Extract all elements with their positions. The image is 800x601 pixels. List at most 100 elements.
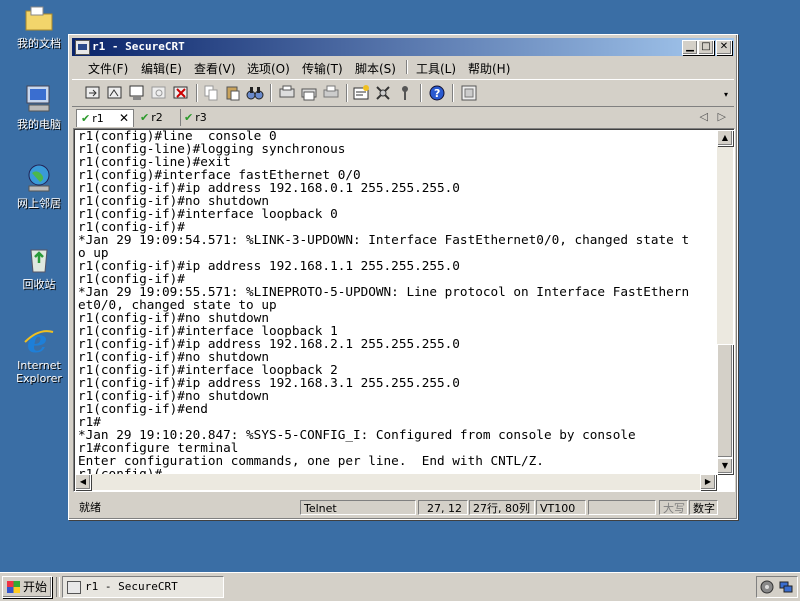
toolbar-divider: [196, 84, 198, 102]
global-options-icon[interactable]: [374, 84, 392, 102]
session-options-icon[interactable]: [352, 84, 370, 102]
title-bar[interactable]: r1 - SecureCRT ▁ □ ✕: [72, 38, 734, 56]
tab-r2[interactable]: ✔ r2: [140, 109, 174, 126]
session-tabs: ✔ r1 ✕ ✔ r2 ✔ r3 ◁ ▷: [72, 107, 734, 127]
desktop-icon-internet-explorer[interactable]: e Internet Explorer: [8, 322, 70, 385]
menu-tools[interactable]: 工具(L): [416, 60, 456, 77]
desktop-icon-my-computer[interactable]: 我的电脑: [8, 83, 70, 131]
tab-close-icon[interactable]: ✕: [119, 110, 129, 127]
taskbar-button-label: r1 - SecureCRT: [85, 580, 178, 593]
menu-view[interactable]: 查看(V): [194, 60, 236, 77]
terminal[interactable]: r1(config)#line console 0 r1(config-line)…: [73, 128, 735, 492]
desktop-icon-label: 回收站: [22, 278, 56, 291]
scroll-left-icon[interactable]: ◀: [75, 474, 91, 490]
toolbar-divider: [346, 84, 348, 102]
app-icon: [75, 40, 90, 55]
app-icon: [67, 581, 81, 594]
copy-icon[interactable]: [202, 84, 220, 102]
connected-check-icon: ✔: [140, 111, 150, 124]
taskbar: 开始 r1 - SecureCRT: [0, 572, 800, 601]
connect-in-tab-icon[interactable]: [128, 84, 146, 102]
start-button[interactable]: 开始: [2, 576, 52, 598]
menu-file[interactable]: 文件(F): [88, 60, 128, 77]
network-icon: [23, 162, 55, 194]
status-cursor: 27, 12: [418, 500, 468, 515]
terminal-output[interactable]: r1(config)#line console 0 r1(config-line)…: [78, 129, 716, 477]
key-icon[interactable]: [396, 84, 414, 102]
svg-text:?: ?: [434, 87, 440, 100]
status-ready: 就绪: [79, 501, 101, 514]
horizontal-scrollbar[interactable]: ◀ ▶: [75, 474, 716, 490]
quick-connect-icon[interactable]: [106, 84, 124, 102]
toolbar-divider: [420, 84, 422, 102]
menu-help[interactable]: 帮助(H): [468, 60, 510, 77]
desktop-icon-label: 我的电脑: [17, 118, 61, 131]
menu-divider: [406, 60, 408, 74]
tab-label: r2: [151, 111, 163, 124]
close-button[interactable]: ✕: [716, 40, 732, 55]
reconnect-icon[interactable]: [150, 84, 168, 102]
toolbar-divider: [270, 84, 272, 102]
toolbar-divider: [452, 84, 454, 102]
status-num: 数字: [689, 500, 718, 515]
tab-scroll-left-icon[interactable]: ◁: [700, 110, 708, 123]
status-emulation: VT100: [536, 500, 586, 515]
menu-edit[interactable]: 编辑(E): [141, 60, 182, 77]
tab-scroll-right-icon[interactable]: ▷: [718, 110, 726, 123]
toolbar-overflow-icon[interactable]: ▾: [724, 90, 728, 99]
windows-logo-icon: [7, 581, 20, 593]
vertical-scroll-thumb[interactable]: [717, 344, 733, 458]
svg-text:e: e: [27, 324, 47, 356]
network-status-icon[interactable]: [779, 580, 793, 597]
status-caps: 大写: [659, 500, 688, 515]
disconnect-icon[interactable]: [172, 84, 190, 102]
desktop-icon-label: Internet Explorer: [16, 359, 62, 385]
toolbar: ? ▾: [72, 79, 734, 107]
start-label: 开始: [23, 580, 48, 594]
desktop-icon-label: 我的文档: [17, 37, 61, 50]
print-selection-icon[interactable]: [300, 84, 318, 102]
desktop-icon-my-documents[interactable]: 我的文档: [8, 2, 70, 50]
print-setup-icon[interactable]: [278, 84, 296, 102]
terminal-line: r1(config-if)#end: [78, 401, 208, 416]
desktop-icon-network-places[interactable]: 网上邻居: [8, 162, 70, 210]
keymap-icon[interactable]: [460, 84, 478, 102]
minimize-button[interactable]: ▁: [682, 40, 698, 55]
terminal-line: *Jan 29 19:09:54.571: %LINK-3-UPDOWN: In…: [78, 232, 690, 247]
securecrt-window: r1 - SecureCRT ▁ □ ✕ 文件(F) 编辑(E) 查看(V) 选…: [68, 34, 738, 520]
menu-transfer[interactable]: 传输(T): [302, 60, 343, 77]
print-icon[interactable]: [322, 84, 340, 102]
internet-explorer-icon: e: [23, 322, 55, 360]
status-protocol: Telnet: [300, 500, 416, 515]
tab-r1[interactable]: ✔ r1 ✕: [76, 109, 134, 127]
menu-script[interactable]: 脚本(S): [355, 60, 396, 77]
scroll-up-icon[interactable]: ▲: [717, 130, 733, 146]
terminal-line: Enter configuration commands, one per li…: [78, 453, 544, 468]
system-tray: [756, 576, 798, 598]
taskbar-button-securecrt[interactable]: r1 - SecureCRT: [62, 576, 224, 598]
desktop-icon-recycle-bin[interactable]: 回收站: [8, 243, 70, 291]
tab-r3[interactable]: ✔ r3: [180, 109, 218, 126]
desktop-icon-label: 网上邻居: [17, 197, 61, 210]
volume-icon[interactable]: [760, 580, 774, 597]
folder-icon: [23, 2, 55, 34]
computer-icon: [23, 83, 55, 115]
window-title: r1 - SecureCRT: [92, 40, 185, 53]
menu-options[interactable]: 选项(O): [247, 60, 290, 77]
connect-icon[interactable]: [84, 84, 102, 102]
maximize-button[interactable]: □: [698, 40, 714, 55]
connected-check-icon: ✔: [184, 111, 194, 124]
status-blank: [588, 500, 656, 515]
tab-label: r1: [92, 112, 104, 125]
paste-icon[interactable]: [224, 84, 242, 102]
scroll-down-icon[interactable]: ▼: [717, 458, 733, 474]
menu-bar: 文件(F) 编辑(E) 查看(V) 选项(O) 传输(T) 脚本(S) 工具(L…: [72, 57, 734, 77]
connected-check-icon: ✔: [81, 112, 91, 125]
scroll-right-icon[interactable]: ▶: [700, 474, 716, 490]
recycle-bin-icon: [23, 243, 55, 275]
tab-label: r3: [195, 111, 207, 124]
find-icon[interactable]: [246, 84, 264, 102]
status-bar: 就绪 Telnet 27, 12 27行, 80列 VT100 大写 数字: [72, 499, 734, 517]
help-icon[interactable]: ?: [428, 84, 446, 102]
vertical-scrollbar[interactable]: ▲ ▼: [717, 130, 733, 474]
